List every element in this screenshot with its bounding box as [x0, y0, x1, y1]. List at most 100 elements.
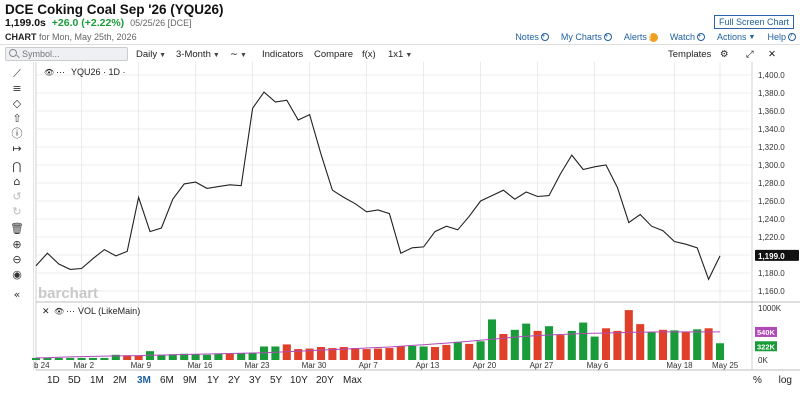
volume-bar — [134, 355, 143, 360]
timeframe-5y[interactable]: 5Y — [270, 375, 282, 386]
price-tick-label: 1,180.0 — [758, 269, 785, 278]
log-scale-toggle[interactable]: log — [779, 375, 792, 386]
volume-bar — [613, 330, 622, 360]
date-tick-label: Apr 13 — [416, 361, 440, 370]
volume-tick-label: 0K — [758, 356, 768, 365]
date-tick-label: May 6 — [587, 361, 609, 370]
volume-bar — [54, 357, 63, 360]
price-tick-label: 1,400.0 — [758, 71, 785, 80]
volume-bar — [88, 357, 98, 360]
volume-bar — [544, 326, 554, 360]
volume-bars — [31, 310, 725, 360]
volume-bar — [704, 328, 713, 360]
volume-bar — [465, 343, 474, 360]
date-tick-label: Apr 27 — [530, 361, 554, 370]
volume-bar — [408, 345, 417, 360]
timeframe-3y[interactable]: 3Y — [249, 375, 261, 386]
price-tick-label: 1,360.0 — [758, 107, 785, 116]
date-tick-label: Mar 30 — [302, 361, 327, 370]
timeframe-2y[interactable]: 2Y — [228, 375, 240, 386]
price-chart[interactable]: 1,400.0 1,380.0 1,360.0 1,340.0 1,320.0 1,300… — [0, 0, 800, 400]
volume-bar — [658, 329, 668, 360]
timeframe-3m[interactable]: 3M — [137, 375, 151, 386]
scale-options: % log — [753, 375, 792, 386]
volume-bar — [590, 336, 599, 360]
volume-bar — [567, 330, 576, 360]
date-tick-label: May 25 — [712, 361, 739, 370]
timeframe-1d[interactable]: 1D — [47, 375, 60, 386]
date-tick-label: Apr 20 — [473, 361, 497, 370]
volume-bar — [442, 344, 451, 360]
date-tick-label: Apr 7 — [359, 361, 379, 370]
volume-bar — [419, 346, 428, 360]
volume-bar — [476, 341, 485, 360]
timeframe-5d[interactable]: 5D — [68, 375, 81, 386]
volume-bar — [271, 346, 280, 360]
volume-legend: ✕ 👁 ··· VOL (LikeMain) — [42, 306, 140, 316]
volume-bar — [430, 347, 440, 360]
timeframe-10y[interactable]: 10Y — [290, 375, 308, 386]
volume-bar — [670, 330, 679, 360]
volume-bar — [510, 329, 519, 360]
volume-bar — [453, 341, 462, 360]
price-axis: 1,400.0 1,380.0 1,360.0 1,340.0 1,320.0 1,300… — [758, 71, 785, 296]
volume-bar — [191, 354, 200, 360]
volume-last-marker: 322K — [755, 341, 777, 352]
volume-last-label: 322K — [757, 342, 776, 351]
date-tick-label: Mar 2 — [74, 361, 95, 370]
timeframe-1y[interactable]: 1Y — [207, 375, 219, 386]
legend-menu-icon[interactable]: ··· — [66, 306, 75, 316]
volume-bar — [636, 324, 645, 360]
volume-bar — [396, 345, 405, 360]
date-tick-label: Mar 23 — [245, 361, 270, 370]
price-tick-label: 1,280.0 — [758, 179, 785, 188]
volume-bar — [579, 322, 588, 360]
price-tick-label: 1,260.0 — [758, 197, 785, 206]
volume-bar — [373, 348, 383, 360]
volume-bar — [248, 352, 257, 360]
volume-bar — [693, 329, 702, 360]
watermark: barchart — [38, 285, 98, 302]
price-tick-label: 1,220.0 — [758, 233, 785, 242]
price-tick-label: 1,240.0 — [758, 215, 785, 224]
date-tick-label: Mar 16 — [188, 361, 213, 370]
price-tick-label: 1,320.0 — [758, 143, 785, 152]
percent-scale-toggle[interactable]: % — [753, 375, 762, 386]
timeframe-9m[interactable]: 9M — [183, 375, 197, 386]
timeframe-1m[interactable]: 1M — [90, 375, 104, 386]
price-legend: 👁 ··· YQU26 · 1D · — [44, 67, 126, 77]
last-price-label: 1,199.0 — [758, 252, 785, 261]
volume-bar — [624, 310, 633, 360]
legend-menu-icon[interactable]: ··· — [56, 67, 65, 77]
volume-bar — [351, 348, 360, 360]
volume-legend-label: VOL (LikeMain) — [78, 306, 140, 316]
volume-bar — [522, 323, 531, 360]
timeframe-20y[interactable]: 20Y — [316, 375, 334, 386]
timeframe-2m[interactable]: 2M — [113, 375, 127, 386]
volume-bar — [316, 347, 326, 360]
volume-bar — [225, 353, 234, 360]
timeframe-bar: 1D 5D 1M 2M 3M 6M 9M 1Y 2Y 3Y 5Y 10Y 20Y Max % log — [0, 372, 800, 390]
date-tick-label: May 18 — [666, 361, 693, 370]
volume-bar — [385, 348, 394, 360]
price-tick-label: 1,160.0 — [758, 287, 785, 296]
price-tick-label: 1,340.0 — [758, 125, 785, 134]
volume-bar — [715, 343, 725, 360]
eye-icon[interactable]: 👁 — [54, 307, 64, 316]
volume-bar — [77, 357, 86, 360]
timeframe-max[interactable]: Max — [343, 375, 362, 386]
volume-bar — [362, 349, 371, 360]
timeframe-6m[interactable]: 6M — [160, 375, 174, 386]
grid — [35, 62, 800, 371]
volume-ma-label: 540K — [757, 328, 776, 337]
volume-bar — [556, 335, 565, 360]
volume-bar — [202, 354, 212, 360]
date-axis: b 24 Mar 2 Mar 9 Mar 16 Mar 23 Mar 30 Apr 7 Apr… — [34, 361, 739, 370]
volume-bar — [214, 353, 223, 360]
close-icon[interactable]: ✕ — [42, 306, 50, 316]
volume-bar — [647, 332, 656, 360]
date-tick-label: b 24 — [34, 361, 50, 370]
eye-icon[interactable]: 👁 — [44, 68, 54, 77]
volume-ma-marker: 540K — [755, 326, 777, 337]
volume-bar — [681, 331, 690, 360]
